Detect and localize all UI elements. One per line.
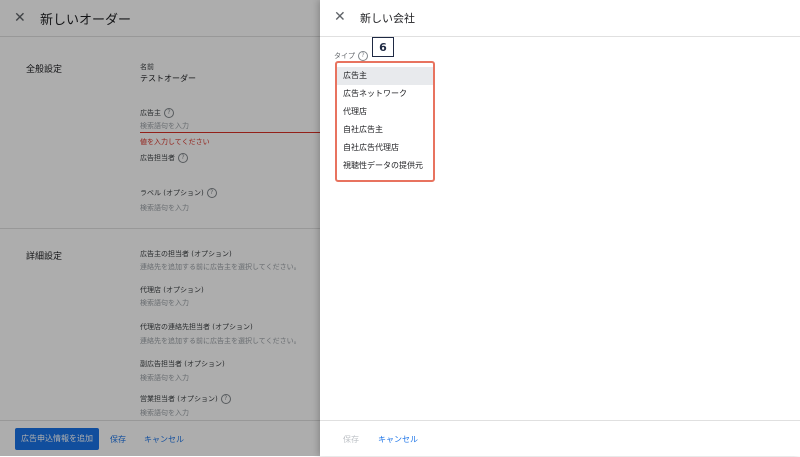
dropdown-option[interactable]: 広告主: [337, 67, 433, 85]
dropdown-option[interactable]: 自社広告主: [337, 121, 433, 139]
dropdown-option[interactable]: 自社広告代理店: [337, 139, 433, 157]
help-icon[interactable]: ?: [358, 51, 368, 61]
dropdown-option[interactable]: 代理店: [337, 103, 433, 121]
dropdown-option[interactable]: 視聴性データの提供元: [337, 157, 433, 175]
type-label: タイプ?: [334, 51, 368, 61]
type-dropdown[interactable]: 広告主 広告ネットワーク 代理店 自社広告主 自社広告代理店 視聴性データの提供…: [335, 61, 435, 182]
panel-cancel-button[interactable]: キャンセル: [378, 434, 418, 445]
panel-title: 新しい会社: [360, 12, 415, 25]
panel-save-button[interactable]: 保存: [343, 434, 359, 445]
modal-scrim[interactable]: [0, 0, 320, 456]
step-badge: 6: [372, 37, 394, 57]
dropdown-option[interactable]: 広告ネットワーク: [337, 85, 433, 103]
panel-header: ✕ 新しい会社: [320, 0, 800, 37]
close-icon[interactable]: ✕: [334, 9, 346, 25]
